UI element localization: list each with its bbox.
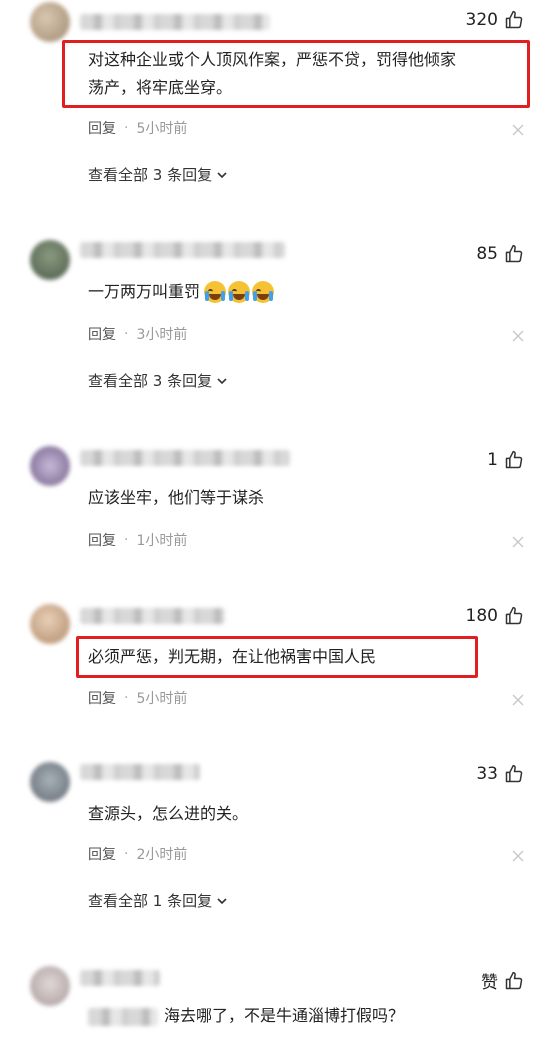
comment-meta: 回复 · 5小时前: [88, 118, 187, 138]
view-all-replies-button[interactable]: 查看全部 1 条回复: [88, 890, 228, 911]
comment-text: 应该坐牢，他们等于谋杀: [88, 488, 265, 507]
comment-text-row: 一万两万叫重罚: [88, 278, 275, 306]
username-blurred[interactable]: [80, 242, 285, 258]
reply-button[interactable]: 回复: [88, 118, 116, 138]
separator-dot: ·: [124, 326, 129, 342]
thumbs-up-icon: [505, 606, 523, 625]
comment-meta: 回复 · 1小时前: [88, 530, 187, 550]
timestamp: 3小时前: [136, 327, 188, 343]
avatar[interactable]: [30, 966, 70, 1006]
timestamp: 5小时前: [136, 121, 188, 137]
thumbs-up-icon: [505, 764, 523, 783]
like-label: 赞: [481, 973, 498, 993]
comment-meta: 回复 · 5小时前: [88, 688, 187, 708]
close-icon[interactable]: [512, 694, 524, 706]
view-all-replies-label: 查看全部 3 条回复: [88, 372, 213, 390]
like-count: 1: [487, 450, 498, 470]
timestamp: 1小时前: [136, 533, 188, 549]
chevron-down-icon: [217, 377, 227, 384]
like-count: 33: [476, 764, 498, 784]
comment-text: 一万两万叫重罚: [88, 282, 201, 301]
separator-dot: ·: [124, 690, 129, 706]
separator-dot: ·: [124, 120, 129, 136]
username-blurred[interactable]: [80, 608, 225, 624]
comment-meta: 回复 · 2小时前: [88, 844, 187, 864]
like-count: 180: [465, 606, 498, 626]
comment-text: 对这种企业或个人顶风作案，严惩不贷，罚得他倾家 荡产，将牢底坐穿。: [88, 50, 457, 97]
like-button[interactable]: 85: [476, 244, 524, 264]
view-all-replies-label: 查看全部 1 条回复: [88, 892, 213, 910]
separator-dot: ·: [124, 532, 129, 548]
crying-emoji-icon: [204, 281, 227, 303]
view-all-replies-button[interactable]: 查看全部 3 条回复: [88, 164, 228, 185]
thumbs-up-icon: [505, 971, 523, 989]
crying-emoji-icon: [228, 281, 251, 303]
reply-button[interactable]: 回复: [88, 324, 116, 344]
crying-emoji-icon: [252, 281, 275, 303]
like-button[interactable]: 1: [487, 450, 524, 470]
close-icon[interactable]: [512, 850, 524, 862]
thumbs-up-icon: [505, 10, 523, 29]
username-blurred[interactable]: [80, 764, 200, 780]
thumbs-up-icon: [505, 244, 523, 263]
reply-button[interactable]: 回复: [88, 844, 116, 864]
avatar[interactable]: [30, 762, 70, 802]
avatar[interactable]: [30, 2, 70, 42]
view-all-replies-label: 查看全部 3 条回复: [88, 166, 213, 184]
like-button[interactable]: 320: [466, 10, 524, 30]
comment-text: 海去哪了，不是牛通淄博打假吗？: [164, 1006, 405, 1025]
close-icon[interactable]: [512, 330, 524, 342]
comment-meta: 回复 · 3小时前: [88, 324, 187, 344]
reply-button[interactable]: 回复: [88, 530, 116, 550]
thumbs-up-icon: [505, 450, 523, 469]
close-icon[interactable]: [512, 124, 524, 136]
emoji-group: [204, 281, 275, 303]
chevron-down-icon: [217, 897, 227, 904]
username-blurred[interactable]: [80, 14, 270, 30]
username-blurred[interactable]: [80, 970, 160, 986]
like-count: 320: [465, 10, 498, 30]
like-count: 85: [476, 244, 498, 264]
timestamp: 5小时前: [136, 691, 188, 707]
reply-button[interactable]: 回复: [88, 688, 116, 708]
timestamp: 2小时前: [136, 847, 188, 863]
comment-text: 必须严惩，判无期，在让他祸害中国人民: [88, 647, 377, 666]
text-blurred: [88, 1008, 158, 1026]
separator-dot: ·: [124, 846, 129, 862]
like-button[interactable]: 33: [476, 764, 524, 784]
like-button[interactable]: 赞: [481, 968, 524, 993]
avatar[interactable]: [30, 604, 70, 644]
comment-text: 查源头，怎么进的关。: [88, 804, 249, 823]
avatar[interactable]: [30, 240, 70, 280]
close-icon[interactable]: [512, 536, 524, 548]
chevron-down-icon: [217, 171, 227, 178]
avatar[interactable]: [30, 446, 70, 486]
like-button[interactable]: 180: [466, 606, 524, 626]
username-blurred[interactable]: [80, 450, 290, 466]
view-all-replies-button[interactable]: 查看全部 3 条回复: [88, 370, 228, 391]
